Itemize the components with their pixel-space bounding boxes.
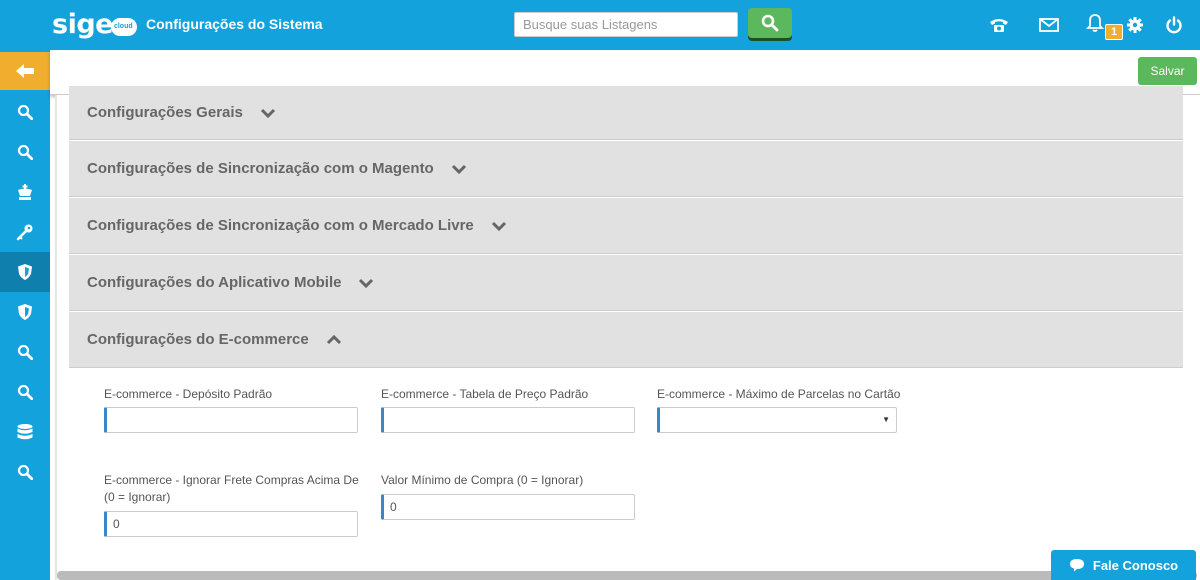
section-sincronizacao-magento[interactable]: Configurações de Sincronização com o Mag… [69,141,1183,197]
section-label: Configurações de Sincronização com o Mag… [87,160,434,177]
database-icon [17,424,33,440]
frete-label-line1: E-commerce - Ignorar Frete Compras Acima… [104,473,359,487]
sidebar-item-search-4[interactable] [0,372,50,412]
section-label: Configurações do E-commerce [87,331,309,348]
contact-label: Fale Conosco [1092,557,1179,573]
chevron-down-icon [490,219,508,233]
valor-minimo-field[interactable]: 0 [381,494,635,520]
logo-text: sige [52,8,113,40]
sidebar-item-security-active[interactable] [0,252,50,292]
section-sincronizacao-mercado-livre[interactable]: Configurações de Sincronização com o Mer… [69,198,1183,254]
chevron-up-icon [325,333,343,347]
search-icon [17,344,33,360]
chess-king-icon [18,184,32,200]
key-icon [16,224,33,241]
bell-icon[interactable] [1084,12,1106,34]
chevron-down-icon [259,106,277,120]
tabela-preco-field[interactable] [381,407,635,433]
sidebar-item-database[interactable] [0,412,50,452]
sidebar-item-search-2[interactable] [0,132,50,172]
page-title: Configurações do Sistema [146,16,323,32]
contact-button[interactable]: Fale Conosco [1051,550,1196,580]
top-bar: sige cloud Configurações do Sistema 1 [0,0,1200,50]
search-icon [17,144,33,160]
section-aplicativo-mobile[interactable]: Configurações do Aplicativo Mobile [69,255,1183,311]
section-label: Configurações Gerais [87,104,243,121]
logo-cloud-icon: cloud [110,18,137,36]
logo-sub-text: cloud [113,23,133,30]
section-label: Configurações de Sincronização com o Mer… [87,217,474,234]
deposito-label: E-commerce - Depósito Padrão [104,387,273,401]
sidebar-item-search-5[interactable] [0,452,50,492]
deposito-field[interactable] [104,407,358,433]
back-button[interactable] [0,52,50,90]
parcelas-select[interactable]: ▼ [657,407,897,433]
sidebar-item-security[interactable] [0,292,50,332]
sidebar [0,50,50,580]
search-button[interactable] [748,8,792,38]
shield-icon [18,304,32,320]
frete-field[interactable]: 0 [104,511,358,537]
dropdown-arrow-icon: ▼ [882,415,890,424]
search-icon [761,14,779,32]
chevron-down-icon [450,162,468,176]
notification-badge: 1 [1105,24,1123,40]
phone-icon[interactable] [988,14,1010,36]
power-icon[interactable] [1163,14,1185,36]
logo[interactable]: sige cloud [52,8,137,40]
shield-icon [18,264,32,280]
search-icon [17,384,33,400]
search-input[interactable] [514,12,738,37]
gear-icon[interactable] [1124,14,1146,36]
search-icon [17,464,33,480]
sidebar-item-search-1[interactable] [0,92,50,132]
search-icon [17,104,33,120]
sidebar-item-search-3[interactable] [0,332,50,372]
section-configuracoes-gerais[interactable]: Configurações Gerais [69,86,1183,140]
valor-minimo-label: Valor Mínimo de Compra (0 = Ignorar) [381,473,584,487]
chat-icon [1069,559,1084,572]
save-button[interactable]: Salvar [1138,57,1197,85]
sidebar-item-king[interactable] [0,172,50,212]
section-label: Configurações do Aplicativo Mobile [87,274,342,291]
mail-icon[interactable] [1038,14,1060,36]
arrow-left-icon [16,64,34,78]
section-ecommerce[interactable]: Configurações do E-commerce [69,312,1183,368]
frete-label-line2: (0 = Ignorar) [104,490,171,504]
sidebar-item-key[interactable] [0,212,50,252]
parcelas-label: E-commerce - Máximo de Parcelas no Cartã… [657,387,901,401]
horizontal-scrollbar[interactable] [57,571,1197,580]
chevron-down-icon [357,276,375,290]
tabela-preco-label: E-commerce - Tabela de Preço Padrão [381,387,589,401]
